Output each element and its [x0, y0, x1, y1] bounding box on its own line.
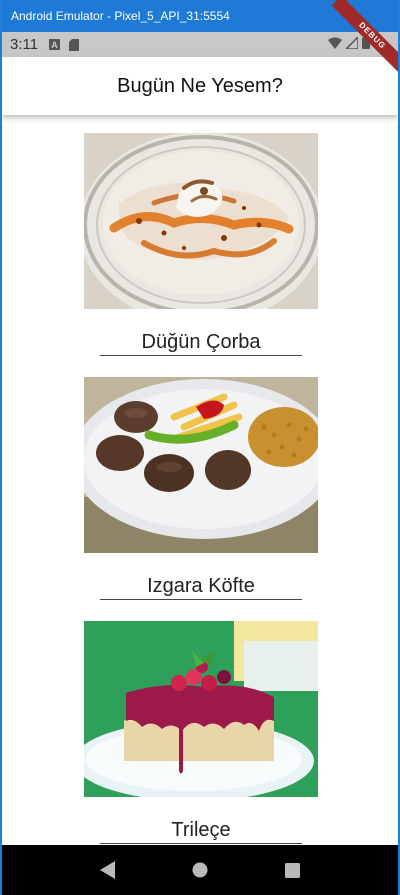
kofte-image [84, 377, 318, 553]
recents-icon[interactable] [283, 861, 301, 879]
status-time: 3:11 [10, 36, 39, 53]
a-icon: A [48, 39, 60, 51]
home-icon[interactable] [191, 861, 209, 879]
food-name: Trileçe [171, 819, 231, 841]
food-image[interactable] [84, 133, 318, 309]
app-bar: Bugün Ne Yesem? [2, 57, 398, 115]
emulator-window: Android Emulator - Pixel_5_API_31:5554 3… [0, 0, 400, 895]
food-label-container: Trileçe [100, 797, 302, 844]
window-title: Android Emulator - Pixel_5_API_31:5554 [11, 9, 230, 23]
sd-card-icon [68, 38, 80, 51]
food-name: Izgara Köfte [147, 575, 255, 597]
food-item[interactable]: Düğün Çorba [84, 133, 318, 356]
soup-image [84, 133, 318, 309]
food-image[interactable] [84, 621, 318, 797]
status-bar: 3:11 A [2, 32, 398, 57]
food-name: Düğün Çorba [141, 331, 261, 353]
signal-icon [344, 34, 359, 54]
navigation-bar [2, 845, 398, 895]
food-label-container: Düğün Çorba [100, 309, 302, 356]
wifi-icon [328, 36, 342, 54]
food-item[interactable]: Izgara Köfte [84, 377, 318, 600]
food-label-container: Izgara Köfte [100, 553, 302, 600]
app-bar-title: Bugün Ne Yesem? [117, 74, 283, 97]
trilece-image [84, 621, 318, 797]
svg-text:A: A [51, 40, 58, 50]
food-list[interactable]: Düğün Çorba Izgara Köfte Trileçe [2, 115, 398, 845]
food-image[interactable] [84, 377, 318, 553]
back-icon[interactable] [99, 861, 117, 879]
food-item[interactable]: Trileçe [84, 621, 318, 844]
